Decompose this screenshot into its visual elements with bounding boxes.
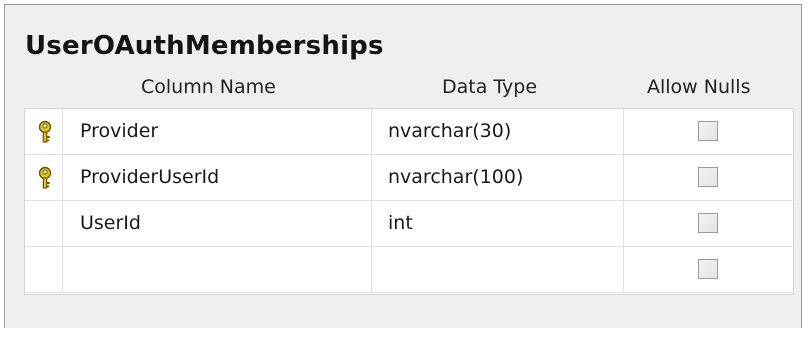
allow-nulls-cell [624, 247, 793, 292]
allow-nulls-cell [624, 155, 793, 200]
table-designer-panel: UserOAuthMemberships Column Name Data Ty… [4, 4, 802, 328]
table-row[interactable]: ProviderUserId nvarchar(100) [25, 155, 793, 201]
column-name-cell[interactable]: ProviderUserId [63, 155, 372, 200]
key-icon [38, 166, 52, 189]
allow-nulls-cell [624, 201, 793, 246]
row-selector[interactable] [25, 109, 63, 154]
table-row[interactable]: Provider nvarchar(30) [25, 109, 793, 155]
row-selector[interactable] [25, 155, 63, 200]
column-name-cell[interactable]: Provider [63, 109, 372, 154]
column-name-cell[interactable]: UserId [63, 201, 372, 246]
column-header-row: Column Name Data Type Allow Nulls [24, 69, 794, 111]
allow-nulls-checkbox[interactable] [698, 259, 718, 279]
allow-nulls-checkbox[interactable] [698, 167, 718, 187]
row-selector[interactable] [25, 201, 63, 246]
table-title: UserOAuthMemberships [25, 31, 384, 61]
data-type-cell[interactable]: nvarchar(100) [372, 155, 624, 200]
column-name-header[interactable]: Column Name [141, 76, 276, 98]
allow-nulls-checkbox[interactable] [698, 213, 718, 233]
table-row[interactable]: UserId int [25, 201, 793, 247]
table-row-new[interactable] [25, 247, 793, 293]
column-name-cell[interactable] [63, 247, 372, 292]
data-type-header[interactable]: Data Type [442, 76, 537, 98]
allow-nulls-cell [624, 109, 793, 154]
data-type-cell[interactable]: nvarchar(30) [372, 109, 624, 154]
data-type-cell[interactable] [372, 247, 624, 292]
row-selector[interactable] [25, 247, 63, 292]
key-icon [38, 120, 52, 143]
allow-nulls-header[interactable]: Allow Nulls [647, 76, 750, 98]
columns-grid: Provider nvarchar(30) ProviderUserId nva… [24, 108, 794, 295]
data-type-cell[interactable]: int [372, 201, 624, 246]
allow-nulls-checkbox[interactable] [698, 121, 718, 141]
